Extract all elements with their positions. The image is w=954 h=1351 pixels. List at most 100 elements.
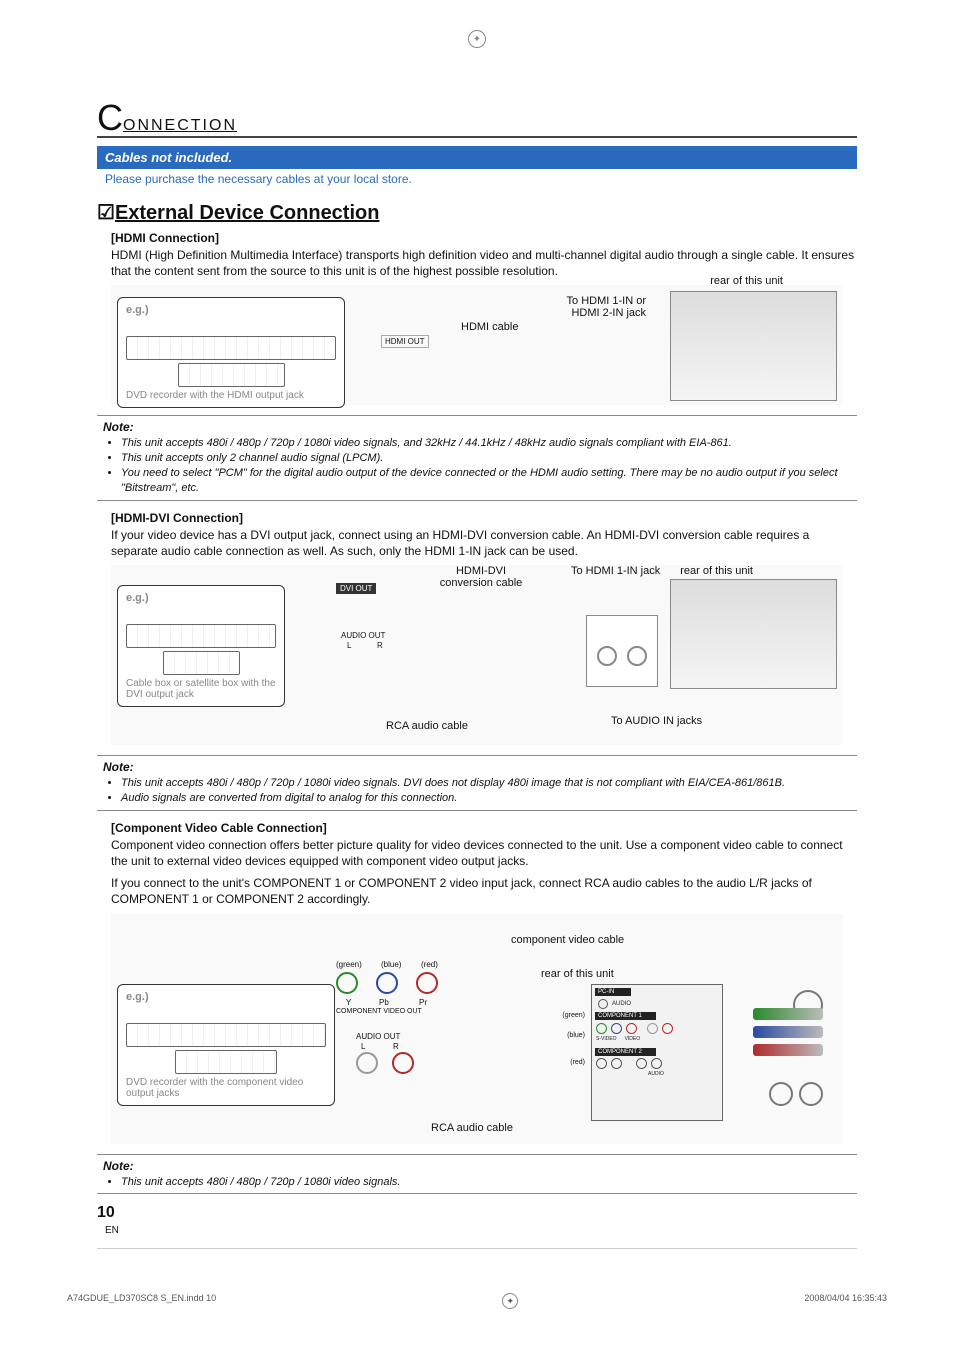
- hdmi-jack-label: To HDMI 1-IN or HDMI 2-IN jack: [556, 295, 646, 319]
- color-red-label: (red): [421, 960, 438, 969]
- rear-panel-icon: PC-IN AUDIO COMPONENT 1 S-VIDEO VIDEO CO…: [591, 984, 723, 1121]
- hdmi-out-label: HDMI OUT: [381, 335, 429, 348]
- note-title: Note:: [103, 420, 851, 434]
- color-green-label: (green): [336, 960, 362, 969]
- hdmi-eg-box: e.g.) DVD recorder with the HDMI output …: [117, 297, 345, 408]
- hdmi-dvi-note-box: Note: This unit accepts 480i / 480p / 72…: [97, 755, 857, 811]
- component-notes-list: This unit accepts 480i / 480p / 720p / 1…: [121, 1175, 851, 1190]
- note-item: This unit accepts 480i / 480p / 720p / 1…: [121, 436, 851, 451]
- cable-blue-icon: [753, 1026, 823, 1038]
- rca-plug-blue-icon: [376, 972, 398, 994]
- note-item: This unit accepts 480i / 480p / 720p / 1…: [121, 776, 851, 791]
- hdmi-dvi-body: If your video device has a DVI output ja…: [111, 527, 857, 559]
- pb-label: Pb: [379, 998, 389, 1007]
- device-icon: [178, 363, 285, 387]
- component-eg-box: e.g.) DVD recorder with the component vi…: [117, 984, 335, 1106]
- banner-subtitle: Please purchase the necessary cables at …: [97, 169, 857, 196]
- color-red-label2: (red): [570, 1059, 585, 1066]
- hdmi-diagram: e.g.) DVD recorder with the HDMI output …: [111, 285, 843, 405]
- tv-rear-icon: [670, 291, 837, 401]
- device-caption: DVD recorder with the HDMI output jack: [126, 390, 336, 401]
- registration-mark-icon: ✦: [468, 30, 486, 48]
- footer-file-info: A74GDUE_LD370SC8 S_EN.indd 10: [67, 1293, 216, 1309]
- page-number: 10: [97, 1204, 115, 1221]
- rca-cable-label: RCA audio cable: [431, 1122, 513, 1134]
- panel-comp1-label: COMPONENT 1: [595, 1012, 656, 1020]
- rca-plug-red-icon: [392, 1052, 414, 1074]
- tv-rear-icon: [670, 579, 837, 689]
- panel-pc-in-label: PC-IN: [595, 988, 631, 996]
- note-item: This unit accepts only 2 channel audio s…: [121, 451, 851, 466]
- banner-title: Cables not included.: [97, 146, 857, 169]
- rca-plug-white-icon: [356, 1052, 378, 1074]
- note-item: Audio signals are converted from digital…: [121, 791, 851, 806]
- connector-icon: [799, 1082, 823, 1106]
- rca-plug-red-icon: [416, 972, 438, 994]
- audio-l-label: L: [347, 641, 351, 650]
- cable-green-icon: [753, 1008, 823, 1020]
- eg-label: e.g.): [126, 304, 336, 316]
- panel-audio-label: AUDIO: [612, 1001, 631, 1007]
- hdmi-note-box: Note: This unit accepts 480i / 480p / 72…: [97, 415, 857, 500]
- cable-red-icon: [753, 1044, 823, 1056]
- hdmi-dvi-diagram: e.g.) Cable box or satellite box with th…: [111, 565, 843, 745]
- conversion-cable-label: HDMI-DVI conversion cable: [431, 565, 531, 589]
- dvi-rear-label: rear of this unit: [680, 565, 753, 577]
- rca-cable-label: RCA audio cable: [386, 720, 468, 732]
- connector-icon: [769, 1082, 793, 1106]
- device-caption: Cable box or satellite box with the DVI …: [126, 678, 276, 700]
- print-footer: A74GDUE_LD370SC8 S_EN.indd 10 ✦ 2008/04/…: [67, 1289, 887, 1339]
- panel-comp2-label: COMPONENT 2: [595, 1048, 656, 1056]
- audio-out-label: AUDIO OUT: [356, 1032, 400, 1041]
- note-title: Note:: [103, 1159, 851, 1173]
- component-out-label: COMPONENT VIDEO OUT: [336, 1008, 422, 1015]
- page-lang: EN: [105, 1225, 119, 1236]
- hdmi-heading: [HDMI Connection]: [111, 231, 857, 245]
- audio-r-label: R: [393, 1042, 399, 1051]
- comp-rear-label: rear of this unit: [541, 968, 614, 980]
- device-caption: DVD recorder with the component video ou…: [126, 1077, 326, 1099]
- rca-plug-green-icon: [336, 972, 358, 994]
- hdmi-dvi-heading: [HDMI-DVI Connection]: [111, 511, 857, 525]
- device-icon: [126, 1023, 326, 1047]
- main-heading: External Device Connection: [97, 200, 857, 225]
- hdmi-notes-list: This unit accepts 480i / 480p / 720p / 1…: [121, 436, 851, 495]
- audio-l-label: L: [361, 1042, 365, 1051]
- footer-divider: [97, 1248, 857, 1249]
- hdmi-rear-label: rear of this unit: [710, 275, 783, 287]
- hdmi-dvi-eg-box: e.g.) Cable box or satellite box with th…: [117, 585, 285, 707]
- hdmi-dvi-notes-list: This unit accepts 480i / 480p / 720p / 1…: [121, 776, 851, 806]
- comp-cable-label: component video cable: [511, 934, 624, 946]
- color-blue-label2: (blue): [567, 1032, 585, 1039]
- audio-in-label: To AUDIO IN jacks: [611, 715, 702, 727]
- note-title: Note:: [103, 760, 851, 774]
- jack-panel-icon: [586, 615, 658, 687]
- component-heading: [Component Video Cable Connection]: [111, 821, 857, 835]
- pr-label: Pr: [419, 998, 427, 1007]
- panel-audio-label2: AUDIO: [648, 1071, 666, 1077]
- hdmi-cable-label: HDMI cable: [461, 321, 518, 333]
- note-item: This unit accepts 480i / 480p / 720p / 1…: [121, 1175, 851, 1190]
- footer-timestamp: 2008/04/04 16:35:43: [804, 1293, 887, 1309]
- device-icon: [126, 336, 336, 360]
- dvi-out-label: DVI OUT: [336, 583, 376, 594]
- eg-label: e.g.): [126, 592, 276, 604]
- y-label: Y: [346, 998, 351, 1007]
- section-initial: C: [97, 97, 123, 138]
- section-title: CONNECTION: [97, 100, 857, 138]
- color-green-label2: (green): [562, 1012, 585, 1019]
- page-footer-number: 10 EN: [97, 1204, 857, 1236]
- manual-page: ✦ CONNECTION Cables not included. Please…: [97, 100, 857, 1249]
- audio-out-label: AUDIO OUT: [341, 631, 385, 640]
- audio-r-label: R: [377, 641, 383, 650]
- component-diagram: e.g.) DVD recorder with the component vi…: [111, 914, 843, 1144]
- hdmi1-jack-label: To HDMI 1-IN jack: [571, 565, 660, 577]
- section-rest: ONNECTION: [123, 117, 237, 134]
- color-blue-label: (blue): [381, 960, 401, 969]
- device-icon: [126, 624, 276, 648]
- panel-video-label: VIDEO: [625, 1036, 641, 1042]
- note-item: You need to select "PCM" for the digital…: [121, 466, 851, 496]
- component-body1: Component video connection offers better…: [111, 837, 857, 869]
- device-icon: [163, 651, 240, 675]
- component-note-box: Note: This unit accepts 480i / 480p / 72…: [97, 1154, 857, 1195]
